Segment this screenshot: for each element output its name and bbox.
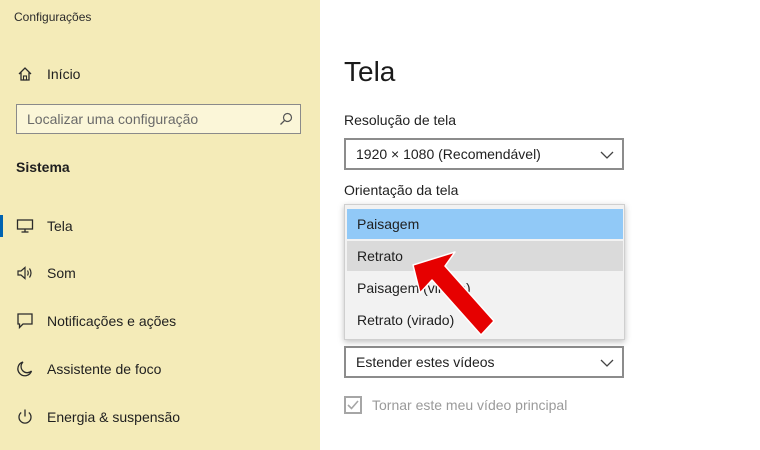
option-label: Paisagem (virado) — [357, 280, 471, 296]
primary-display-label: Tornar este meu vídeo principal — [372, 397, 568, 413]
sidebar-item-label: Som — [47, 265, 76, 281]
orientation-option-paisagem[interactable]: Paisagem — [347, 209, 623, 239]
sidebar-item-energia[interactable]: Energia & suspensão — [0, 400, 320, 434]
section-title: Sistema — [16, 159, 70, 175]
sidebar-item-label: Tela — [47, 218, 73, 234]
option-label: Retrato — [357, 248, 403, 264]
search-box[interactable] — [16, 104, 301, 134]
resolution-value: 1920 × 1080 (Recomendável) — [356, 146, 541, 162]
primary-display-row: Tornar este meu vídeo principal — [344, 394, 567, 416]
orientation-option-paisagem-virado[interactable]: Paisagem (virado) — [347, 273, 623, 303]
notification-icon — [15, 311, 35, 331]
app-title: Configurações — [14, 10, 92, 24]
orientation-option-retrato-virado[interactable]: Retrato (virado) — [347, 305, 623, 335]
primary-display-checkbox[interactable] — [344, 396, 362, 414]
sidebar-item-assistente-foco[interactable]: Assistente de foco — [0, 352, 320, 386]
moon-icon — [15, 359, 35, 379]
sidebar-item-label: Assistente de foco — [47, 361, 162, 377]
home-icon — [15, 64, 35, 84]
orientation-option-retrato[interactable]: Retrato — [347, 241, 623, 271]
option-label: Paisagem — [357, 216, 420, 232]
search-input[interactable] — [27, 105, 267, 133]
resolution-label: Resolução de tela — [344, 112, 457, 128]
sidebar-item-tela[interactable]: Tela — [0, 209, 320, 243]
monitor-icon — [15, 216, 35, 236]
search-icon[interactable] — [278, 111, 294, 127]
main-content: Tela Resolução de tela 1920 × 1080 (Reco… — [320, 0, 760, 450]
checkmark-icon — [347, 400, 359, 410]
orientation-dropdown: Paisagem Retrato Paisagem (virado) Retra… — [344, 204, 625, 340]
page-title: Tela — [344, 56, 396, 87]
chevron-down-icon — [600, 148, 614, 160]
sidebar-item-notificacoes[interactable]: Notificações e ações — [0, 304, 320, 338]
sidebar-item-label: Notificações e ações — [47, 313, 177, 329]
sidebar-item-label: Energia & suspensão — [47, 409, 181, 425]
nav-home[interactable]: Início — [0, 57, 320, 91]
sidebar: Configurações Início Sistema — [0, 0, 320, 450]
multiple-displays-select[interactable]: Estender estes vídeos — [344, 346, 624, 378]
nav-home-label: Início — [47, 66, 81, 82]
speaker-icon — [15, 263, 35, 283]
multiple-displays-value: Estender estes vídeos — [356, 354, 495, 370]
power-icon — [15, 407, 35, 427]
sidebar-item-som[interactable]: Som — [0, 256, 320, 290]
orientation-label: Orientação da tela — [344, 182, 459, 198]
resolution-select[interactable]: 1920 × 1080 (Recomendável) — [344, 138, 624, 170]
option-label: Retrato (virado) — [357, 312, 455, 328]
chevron-down-icon — [600, 356, 614, 368]
